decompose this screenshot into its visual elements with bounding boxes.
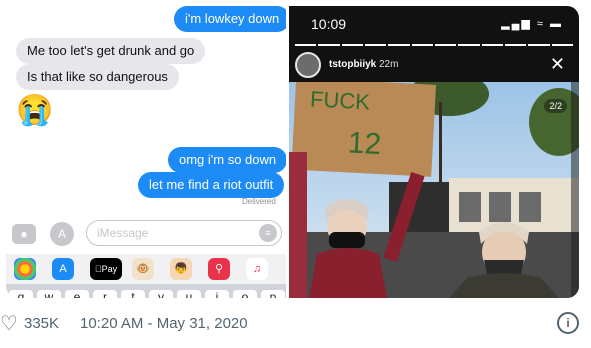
outgoing-message: let me find a riot outfit (138, 172, 285, 198)
story-progress-segment (318, 44, 340, 46)
audio-waveform-icon[interactable]: ≡ (259, 224, 277, 242)
info-icon[interactable]: i (557, 312, 579, 334)
app-store-icon[interactable]: A (52, 258, 74, 280)
story-progress-segment (388, 44, 410, 46)
app-store-icon[interactable]: A (50, 222, 74, 246)
story-progress-segment (458, 44, 480, 46)
delivered-label: Delivered (242, 197, 276, 206)
signal-icon: ▂▄▆ (501, 18, 532, 30)
animoji-monkey-icon[interactable]: 🐵 (132, 258, 154, 280)
story-progress-segment (434, 44, 457, 46)
search-images-icon[interactable]: ⚲ (208, 258, 230, 280)
story-progress-segment (411, 44, 433, 46)
heart-icon[interactable]: ♡ (0, 312, 18, 336)
apple-pay-icon[interactable]: Pay (90, 258, 122, 280)
story-progress-segment (481, 44, 503, 46)
status-bar-icons: ▂▄▆ ≈ ▬ (501, 17, 563, 30)
instagram-story-screenshot: 10:09 ▂▄▆ ≈ ▬ tstopbiiyk 22m ✕ FUCK 12 2… (289, 6, 579, 298)
sign-text-1: FUCK (309, 86, 370, 114)
message-input[interactable]: iMessage ≡ (86, 220, 282, 246)
story-photo: FUCK 12 (289, 82, 579, 298)
camera-icon[interactable]: ● (12, 224, 36, 244)
imessage-screenshot: i'm lowkey down Me too let's get drunk a… (6, 6, 286, 298)
battery-icon: ▬ (550, 18, 563, 30)
cardboard-sign: FUCK 12 (291, 82, 437, 177)
story-progress-bar (295, 44, 573, 46)
photo-counter: 2/2 (544, 99, 567, 113)
key-r[interactable]: r (93, 290, 117, 298)
status-bar-time: 10:09 (311, 16, 347, 32)
outgoing-message: i'm lowkey down (174, 6, 286, 32)
like-count[interactable]: 335K (24, 315, 59, 332)
key-w[interactable]: w (37, 290, 61, 298)
music-icon[interactable]: ♫ (246, 258, 268, 280)
key-u[interactable]: u (177, 290, 201, 298)
wifi-icon: ≈ (536, 18, 545, 30)
protest-photo: FUCK 12 (289, 82, 579, 298)
story-progress-segment (504, 44, 527, 46)
tweet-footer: ♡ 335K 10:20 AM - May 31, 2020 i (0, 312, 591, 336)
story-progress-segment (528, 44, 550, 46)
apple-pay-label: Pay (98, 264, 118, 274)
close-icon[interactable]: ✕ (550, 54, 565, 75)
story-progress-segment (551, 44, 573, 46)
key-o[interactable]: o (233, 290, 257, 298)
imessage-app-drawer: A Pay 🐵 👦 ⚲ ♫ (6, 254, 286, 284)
incoming-message: Me too let's get drunk and go (16, 38, 206, 64)
crying-emoji: 😭 (16, 94, 54, 127)
story-progress-segment (364, 44, 387, 46)
tweet-timestamp[interactable]: 10:20 AM - May 31, 2020 (80, 315, 248, 332)
photos-app-icon[interactable] (14, 258, 36, 280)
story-progress-segment (295, 44, 317, 46)
avatar[interactable] (295, 52, 321, 78)
incoming-message: Is that like so dangerous (16, 64, 179, 90)
memoji-icon[interactable]: 👦 (170, 258, 192, 280)
key-y[interactable]: y (149, 290, 173, 298)
key-t[interactable]: t (121, 290, 145, 298)
story-age: 22m (379, 59, 399, 70)
key-i[interactable]: i (205, 290, 229, 298)
key-e[interactable]: e (65, 290, 89, 298)
keyboard: q w e r t y u i o p (6, 284, 286, 298)
key-q[interactable]: q (9, 290, 33, 298)
sign-text-2: 12 (347, 126, 382, 161)
story-header: tstopbiiyk 22m ✕ (295, 52, 573, 80)
outgoing-message: omg i'm so down (168, 147, 286, 173)
story-username[interactable]: tstopbiiyk (329, 59, 376, 70)
message-input-placeholder: iMessage (97, 226, 149, 240)
message-composer: ● A iMessage ≡ (6, 216, 286, 252)
story-progress-segment (341, 44, 363, 46)
key-p[interactable]: p (261, 290, 285, 298)
